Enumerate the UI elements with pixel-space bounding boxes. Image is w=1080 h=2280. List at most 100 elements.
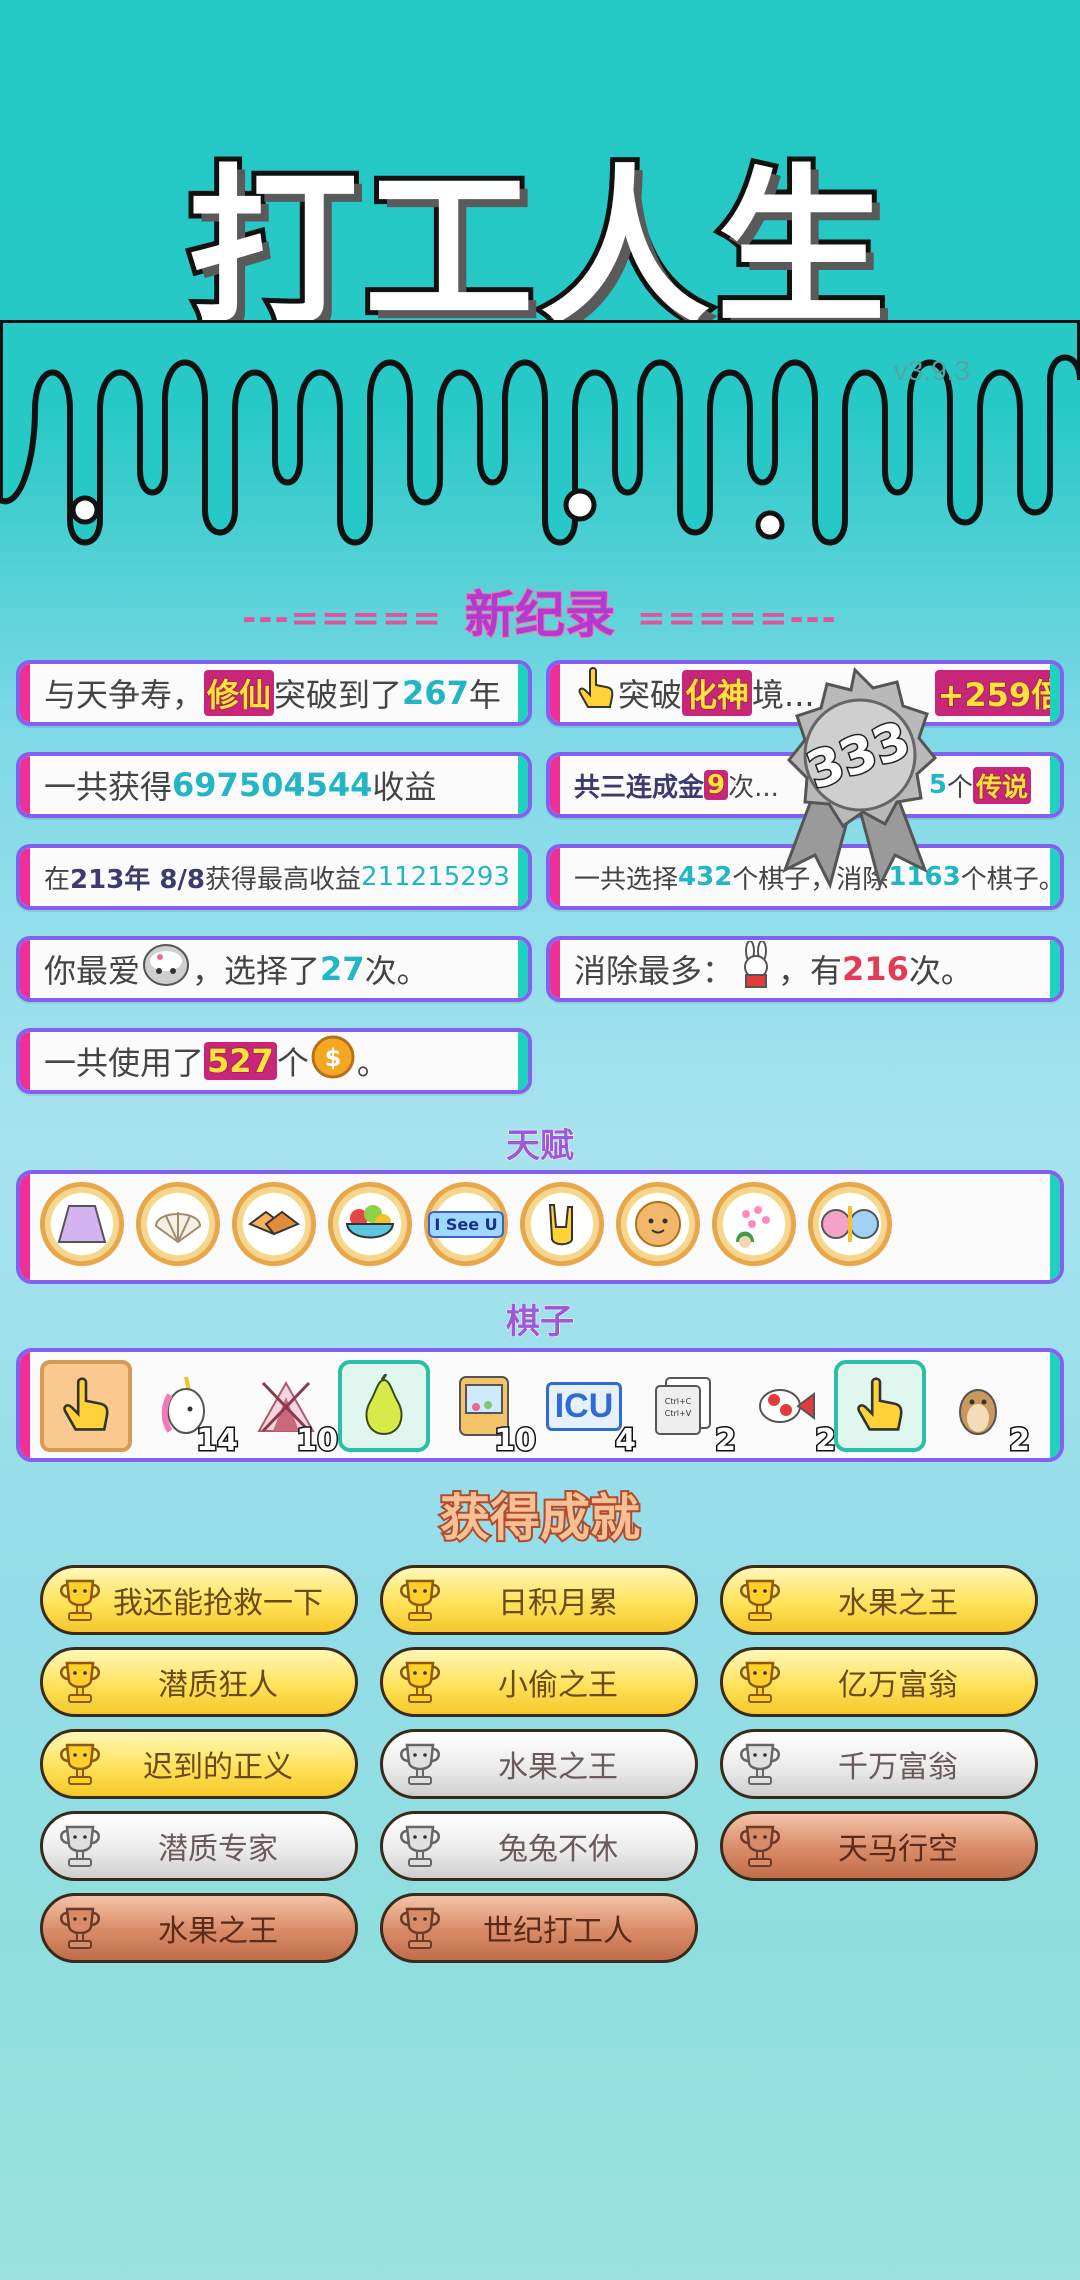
record-card-favorite: 你最爱 ，选择了 27 次。 (16, 936, 532, 1002)
fruit-bowl-icon[interactable] (328, 1182, 412, 1266)
trophy-icon (395, 1657, 445, 1707)
tent-icon[interactable]: 10 (240, 1360, 339, 1458)
piece-count: 2 (1008, 1422, 1032, 1459)
achievement-badge[interactable]: 水果之王 (380, 1729, 698, 1799)
unicorn-icon[interactable]: 14 (140, 1360, 239, 1458)
hand-pointer-icon[interactable] (834, 1360, 926, 1452)
i-see-u-icon[interactable]: I See U (424, 1182, 508, 1266)
record-text: 突破到了 (274, 676, 403, 714)
rabbit-icon (736, 940, 776, 997)
record-value: 27 (320, 950, 365, 988)
talents-row: I See U (16, 1170, 1064, 1284)
marmot-icon[interactable]: 2 (932, 1360, 1031, 1458)
talents-title: 天赋 (506, 1126, 575, 1167)
pomelo-icon[interactable] (338, 1360, 430, 1452)
record-card-lifespan: 与天争寿， 修仙 突破到了 267 年 (16, 660, 532, 726)
record-text: 获得最高收益 (205, 864, 362, 895)
trophy-icon (395, 1821, 445, 1871)
record-text: 突破 (618, 676, 683, 714)
hand-pointer-icon[interactable] (40, 1360, 132, 1452)
achievement-badge[interactable]: 日积月累 (380, 1565, 698, 1635)
record-text: 。 (356, 1044, 389, 1082)
achievement-label: 兔兔不休 (498, 1832, 618, 1867)
koi-fish-icon[interactable]: 2 (738, 1360, 837, 1458)
achievement-badge[interactable]: 迟到的正义 (40, 1729, 358, 1799)
ice-cream-icon[interactable] (808, 1182, 892, 1266)
copy-paste-icon[interactable]: Ctrl+C Ctrl+V 2 (638, 1360, 737, 1458)
achievement-label: 小偷之王 (498, 1668, 618, 1703)
achievement-badge[interactable]: 潜质狂人 (40, 1647, 358, 1717)
shell-icon[interactable] (136, 1182, 220, 1266)
trophy-icon (55, 1739, 105, 1789)
record-text: 你最爱 (44, 952, 141, 990)
record-value: 216 (842, 950, 909, 988)
trophy-icon (395, 1575, 445, 1625)
record-text: 次。 (364, 952, 429, 990)
achievement-badge[interactable]: 兔兔不休 (380, 1811, 698, 1881)
piece-count: 2 (714, 1422, 738, 1459)
achievement-label: 日积月累 (498, 1586, 618, 1621)
trophy-icon (395, 1903, 445, 1953)
svg-text:Ctrl+C: Ctrl+C (665, 1397, 692, 1406)
achievement-badge[interactable]: 水果之王 (720, 1565, 1038, 1635)
record-text: 一共获得 (44, 768, 173, 806)
achievement-badge[interactable]: 水果之王 (40, 1893, 358, 1963)
record-text: 消除最多： (574, 952, 735, 990)
achievement-badge[interactable]: 亿万富翁 (720, 1647, 1038, 1717)
record-text: 共三连成金 (574, 772, 705, 803)
pieces-row: 14 10 10 ICU 4 Ctrl+C Ctrl+V 2 2 2 (16, 1348, 1064, 1462)
icu-label: ICU (545, 1381, 623, 1431)
trophy-icon (735, 1821, 785, 1871)
achievements-title: 获得成就 (438, 1487, 642, 1549)
i-see-u-label: I See U (428, 1210, 504, 1238)
achievement-badge[interactable]: 小偷之王 (380, 1647, 698, 1717)
achievement-label: 亿万富翁 (838, 1668, 958, 1703)
handshake-icon[interactable] (232, 1182, 316, 1266)
new-records-header: ---===== 新纪录 =====--- (0, 575, 1080, 647)
dash-right: =====--- (637, 598, 838, 639)
rock-hand-icon[interactable] (520, 1182, 604, 1266)
trophy-icon (55, 1903, 105, 1953)
piece-count: 4 (614, 1422, 638, 1459)
achievement-label: 潜质专家 (158, 1832, 278, 1867)
dash-left: ---===== (242, 598, 443, 639)
record-value: 211215293 (361, 862, 510, 892)
trophy-icon (735, 1657, 785, 1707)
pieces-title: 棋子 (506, 1302, 575, 1343)
record-text: 个 (276, 1044, 309, 1082)
trophy-icon (55, 1575, 105, 1625)
achievement-label: 世纪打工人 (483, 1914, 633, 1949)
skirt-icon[interactable] (40, 1182, 124, 1266)
record-text: ，选择了 (192, 952, 321, 990)
piece-count: 10 (493, 1422, 538, 1459)
blossom-tree-icon[interactable] (712, 1182, 796, 1266)
hand-pointer-icon (576, 667, 616, 719)
record-highlight: 修仙 (204, 670, 275, 716)
record-text: 一共选择 (574, 864, 679, 895)
medal-badge: 333 (782, 666, 938, 890)
achievement-badge[interactable]: 世纪打工人 (380, 1893, 698, 1963)
achievement-label: 迟到的正义 (143, 1750, 293, 1785)
record-card-total-income: 一共获得 697504544 收益 (16, 752, 532, 818)
record-card-most-eliminated: 消除最多： ，有 216 次。 (546, 936, 1064, 1002)
claw-machine-icon[interactable]: 10 (438, 1360, 537, 1458)
cookie-icon[interactable] (616, 1182, 700, 1266)
record-text: 个棋子。 (960, 864, 1064, 895)
achievement-label: 水果之王 (498, 1750, 618, 1785)
record-text: 收益 (372, 768, 437, 806)
record-text: 一共使用了 (44, 1044, 205, 1082)
record-card-peak-income: 在 213年 8/8 获得最高收益 211215293 (16, 844, 532, 910)
record-date: 213年 8/8 (70, 864, 206, 895)
achievement-badge[interactable]: 天马行空 (720, 1811, 1038, 1881)
piece-count: 10 (295, 1422, 340, 1459)
record-value: 527 (204, 1041, 277, 1081)
record-text: 次。 (908, 952, 973, 990)
icu-icon[interactable]: ICU 4 (538, 1360, 637, 1458)
new-records-title: 新纪录 (464, 585, 616, 645)
record-text: 年 (468, 676, 501, 714)
achievement-badge[interactable]: 千万富翁 (720, 1729, 1038, 1799)
achievement-badge[interactable]: 我还能抢救一下 (40, 1565, 358, 1635)
record-value: 9 (704, 769, 729, 801)
svg-text:Ctrl+V: Ctrl+V (665, 1409, 692, 1418)
achievement-badge[interactable]: 潜质专家 (40, 1811, 358, 1881)
